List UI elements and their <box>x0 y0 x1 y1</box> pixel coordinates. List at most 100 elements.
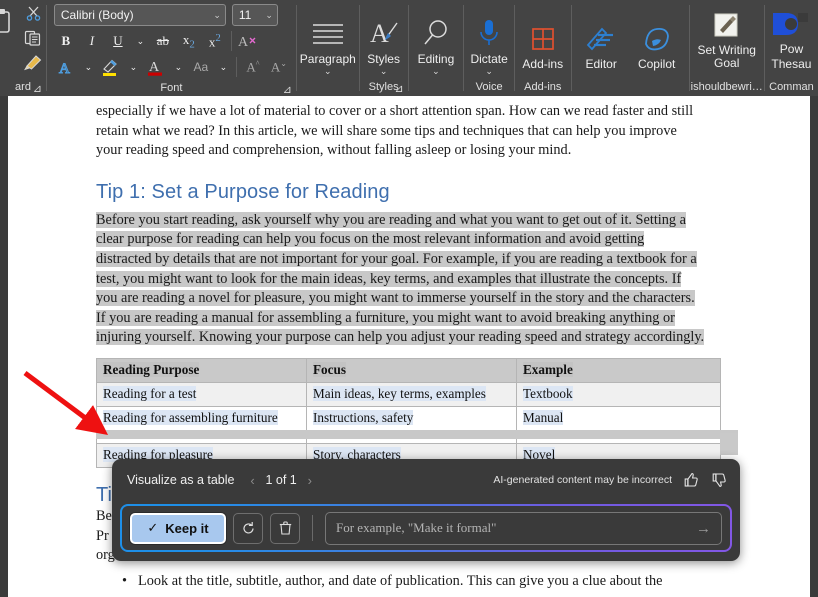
table-cell: Textbook <box>516 381 721 407</box>
paragraph-group-label <box>297 78 359 96</box>
prompt-input[interactable]: For example, "Make it formal" → <box>325 511 722 545</box>
intro-line: your reading speed and comprehension, wi… <box>96 142 572 159</box>
clear-formatting-button[interactable]: A <box>236 29 260 53</box>
font-name-combobox[interactable]: Calibri (Body) ⌄ <box>53 4 226 26</box>
chevron-down-icon[interactable]: ⌄ <box>432 66 440 76</box>
power-thesaurus-icon <box>771 11 811 41</box>
keep-it-label: Keep it <box>165 520 209 536</box>
dictate-button[interactable]: Dictate ⌄ <box>467 3 511 76</box>
thumbs-up-icon[interactable] <box>682 471 700 489</box>
chevron-down-icon[interactable]: ⌄ <box>380 66 388 76</box>
copilot-header-right: AI-generated content may be incorrect <box>493 471 728 489</box>
font-color-dropdown-icon[interactable]: ⌄ <box>170 55 187 79</box>
font-size-value: 11 <box>238 8 252 22</box>
svg-text:A: A <box>370 19 389 48</box>
editing-group-label <box>408 78 463 96</box>
paragraph-button[interactable]: Paragraph ⌄ <box>300 3 356 76</box>
clipboard-label-text: ard <box>15 81 31 93</box>
editing-button[interactable]: Editing ⌄ <box>411 3 460 76</box>
copilot-panel-header: Visualize as a table ‹ 1 of 1 › AI-gener… <box>112 459 740 501</box>
styles-button[interactable]: A Styles ⌄ <box>363 3 405 76</box>
ribbon-group-writing-goal: Set Writing Goal ishouldbewri… <box>689 0 763 96</box>
copilot-suggestion-panel[interactable]: Visualize as a table ‹ 1 of 1 › AI-gener… <box>112 459 740 561</box>
table-header-tail-strip <box>720 433 738 455</box>
copilot-icon <box>640 12 674 56</box>
text-highlight-color-button[interactable] <box>99 55 123 79</box>
svg-text:A: A <box>59 61 70 76</box>
selected-line: distracted by details that are not impor… <box>96 250 697 267</box>
font-color-button[interactable]: A <box>144 55 168 79</box>
ribbon-group-voice: Dictate ⌄ Voice <box>464 0 514 96</box>
bullet-marker: • <box>122 572 128 589</box>
power-thesaurus-label-2: Thesau <box>771 57 812 71</box>
write-note-icon <box>712 12 742 42</box>
power-thesaurus-label: Pow <box>779 42 804 56</box>
italic-button[interactable]: I <box>80 29 104 53</box>
header-text: Focus <box>313 361 346 377</box>
clipboard-group-label: ard ⊿ <box>0 78 46 96</box>
intro-line: retain what we read? In this article, we… <box>96 122 677 139</box>
send-icon[interactable]: → <box>696 520 711 537</box>
shrink-font-button[interactable]: A⌄ <box>267 55 291 79</box>
text-effects-dropdown-icon[interactable]: ⌄ <box>80 55 97 79</box>
reading-purpose-table[interactable]: Reading Purpose Focus Example Reading fo… <box>96 357 721 468</box>
next-suggestion-icon[interactable]: › <box>304 473 316 488</box>
font-name-value: Calibri (Body) <box>60 8 134 22</box>
discard-button[interactable] <box>270 512 300 544</box>
bullet-text: Look at the title, subtitle, author, and… <box>138 572 663 589</box>
chevron-down-icon[interactable]: ⌄ <box>265 10 273 21</box>
copilot-button[interactable]: Copilot <box>628 8 686 71</box>
selected-line: test, you might want to look for the mai… <box>96 270 682 287</box>
strikethrough-button[interactable]: ab <box>151 29 175 53</box>
grow-font-button[interactable]: A^ <box>241 55 265 79</box>
editor-pen-icon <box>584 12 618 56</box>
subscript-button[interactable]: x2 <box>177 29 201 53</box>
format-painter-icon[interactable] <box>19 50 47 73</box>
heading-tip-1: Tip 1: Set a Purpose for Reading <box>96 180 390 203</box>
font-size-combobox[interactable]: 11 ⌄ <box>231 4 278 26</box>
table-row: Reading for a test Main ideas, key terms… <box>96 381 721 407</box>
prev-suggestion-icon[interactable]: ‹ <box>246 473 258 488</box>
selected-paragraph[interactable]: Before you start reading, ask yourself w… <box>96 211 730 348</box>
change-case-dropdown-icon[interactable]: ⌄ <box>215 55 232 79</box>
table-header-cell: Reading Purpose <box>96 357 307 383</box>
change-case-button[interactable]: Aa <box>189 55 213 79</box>
refresh-icon <box>242 521 254 534</box>
commands-group-label: Comman <box>769 81 814 93</box>
selection-strip <box>96 430 738 439</box>
bold-button[interactable]: B <box>54 29 78 53</box>
styles-group-label: Styles ⊿ <box>360 78 408 96</box>
thumbs-down-icon[interactable] <box>710 471 728 489</box>
underline-button[interactable]: U <box>106 29 130 53</box>
chevron-down-icon[interactable]: ⌄ <box>485 66 493 76</box>
set-writing-goal-button[interactable]: Set Writing Goal <box>692 8 760 70</box>
ribbon-group-editing: Editing ⌄ <box>408 0 463 96</box>
table-header-cell: Focus <box>306 357 517 383</box>
addins-button[interactable]: Add-ins <box>518 8 568 71</box>
cell-text: Manual <box>523 409 564 425</box>
cut-icon[interactable] <box>19 2 47 25</box>
editor-copilot-group-label <box>572 78 689 96</box>
ribbon-group-styles: A Styles ⌄ Styles ⊿ <box>360 0 408 96</box>
ribbon-group-editor-copilot: Editor Copilot <box>572 0 689 96</box>
regenerate-button[interactable] <box>233 512 263 544</box>
copilot-action-bar: ✓ Keep it For example, "Make it formal" … <box>120 504 732 552</box>
underline-dropdown-icon[interactable]: ⌄ <box>132 29 149 53</box>
superscript-button[interactable]: x2 <box>203 29 227 53</box>
addins-grid-icon <box>529 12 557 56</box>
addins-label: Add-ins <box>522 56 564 71</box>
power-thesaurus-button[interactable]: Pow Thesau <box>768 7 815 71</box>
clipboard-partial-icon[interactable]: : <box>0 6 11 80</box>
table-header-row: Reading Purpose Focus Example <box>96 357 721 383</box>
keep-it-button[interactable]: ✓ Keep it <box>130 512 226 544</box>
chevron-down-icon[interactable]: ⌄ <box>213 10 221 21</box>
editor-button[interactable]: Editor <box>575 8 628 71</box>
chevron-down-icon[interactable]: ⌄ <box>324 66 332 76</box>
divider <box>230 31 232 51</box>
suggestion-pager: ‹ 1 of 1 › <box>246 473 315 488</box>
highlight-dropdown-icon[interactable]: ⌄ <box>125 55 142 79</box>
copy-icon[interactable] <box>19 26 47 49</box>
copilot-action-inner: ✓ Keep it For example, "Make it formal" … <box>122 506 730 550</box>
dictate-label: Dictate <box>470 51 508 66</box>
text-effects-button[interactable]: A <box>54 55 78 79</box>
